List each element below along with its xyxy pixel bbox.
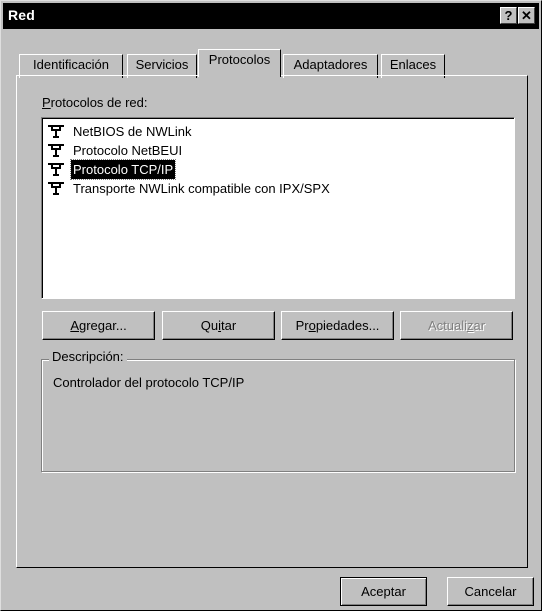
update-button[interactable]: Actualizar: [400, 311, 513, 340]
network-protocol-icon: [48, 125, 64, 138]
close-button[interactable]: ✕: [518, 7, 535, 24]
tab-label: Identificación: [33, 57, 109, 72]
cancel-button[interactable]: Cancelar: [447, 577, 534, 606]
label-text: gregar...: [78, 317, 127, 333]
tab-label: Servicios: [135, 57, 189, 72]
label-text: ar: [473, 317, 486, 333]
network-protocol-icon: [48, 182, 64, 195]
title-bar[interactable]: Red ? ✕: [3, 3, 539, 29]
tab-label: Enlaces: [389, 57, 437, 72]
ok-button[interactable]: Aceptar: [340, 577, 427, 606]
label-text: rotocolos de red:: [50, 95, 148, 110]
label-text: piedades...: [315, 317, 380, 333]
label-text: Pr: [295, 317, 309, 333]
remove-button[interactable]: Quitar: [162, 311, 275, 340]
list-item-label: NetBIOS de NWLink: [73, 124, 192, 139]
list-item-label: Protocolo TCP/IP: [69, 159, 177, 180]
tab-protocolos[interactable]: Protocolos: [198, 49, 281, 77]
description-title: Descripción:: [49, 349, 127, 364]
help-button[interactable]: ?: [500, 7, 517, 24]
label-text: Qu: [200, 317, 219, 333]
add-button[interactable]: Agregar...: [42, 311, 155, 340]
list-item-label: Transporte NWLink compatible con IPX/SPX: [73, 181, 330, 196]
protocols-label: Protocolos de red:: [42, 95, 148, 110]
protocols-list[interactable]: NetBIOS de NWLink Protocolo NetBEUI Prot…: [41, 117, 515, 299]
mnemonic: A: [70, 317, 79, 333]
label-text: Actuali: [427, 317, 467, 333]
properties-button[interactable]: Propiedades...: [281, 311, 394, 340]
tab-label: Protocolos: [208, 52, 271, 67]
mnemonic: P: [42, 95, 51, 110]
network-protocol-icon: [48, 144, 64, 157]
tab-label: Adaptadores: [293, 57, 368, 72]
label-text: tar: [221, 317, 237, 333]
description-text: Controlador del protocolo TCP/IP: [53, 375, 245, 390]
list-item-label: Protocolo NetBEUI: [73, 143, 183, 158]
window-title: Red: [8, 7, 36, 23]
mnemonic: o: [308, 317, 316, 333]
network-protocol-icon: [48, 163, 64, 176]
network-dialog: Red ? ✕ Identificación Servicios Protoco…: [0, 0, 542, 611]
